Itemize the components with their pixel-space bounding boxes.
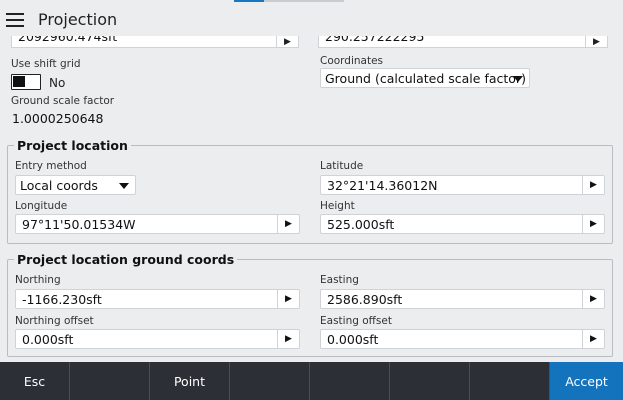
- height-label: Height: [320, 200, 355, 212]
- softkey-empty-4[interactable]: [390, 362, 470, 400]
- esc-button[interactable]: Esc: [0, 362, 70, 400]
- inactive-tab-indicator: [264, 0, 344, 2]
- project-location-title: Project location: [14, 138, 131, 153]
- triangle-right-icon[interactable]: ▶: [582, 290, 604, 308]
- use-shift-grid-state: No: [49, 76, 66, 90]
- use-shift-grid-toggle[interactable]: [11, 74, 41, 90]
- point-button[interactable]: Point: [150, 362, 230, 400]
- coordinates-label: Coordinates: [320, 55, 384, 67]
- northing-field[interactable]: -1166.230sft ▶: [15, 289, 300, 309]
- triangle-right-icon[interactable]: ▶: [276, 36, 298, 47]
- coordinates-value: Ground (calculated scale factor): [325, 71, 526, 86]
- latitude-label: Latitude: [320, 160, 364, 172]
- triangle-right-icon[interactable]: ▶: [582, 215, 604, 233]
- triangle-right-icon[interactable]: ▶: [582, 176, 604, 194]
- triangle-right-icon[interactable]: ▶: [277, 215, 299, 233]
- page-title: Projection: [38, 10, 118, 29]
- caret-down-icon: [119, 183, 129, 189]
- easting-value: 2586.890sft: [327, 292, 403, 307]
- northing-value: -1166.230sft: [22, 292, 102, 307]
- top-right-field[interactable]: 290.257222295 ▶: [318, 36, 608, 48]
- softkey-empty-3[interactable]: [310, 362, 390, 400]
- easting-offset-field[interactable]: 0.000sft ▶: [320, 329, 605, 349]
- softkey-empty-2[interactable]: [230, 362, 310, 400]
- longitude-value: 97°11'50.01534W: [22, 217, 136, 232]
- latitude-field[interactable]: 32°21'14.36012N ▶: [320, 175, 605, 195]
- longitude-field[interactable]: 97°11'50.01534W ▶: [15, 214, 300, 234]
- entry-method-value: Local coords: [20, 178, 98, 193]
- triangle-right-icon[interactable]: ▶: [582, 330, 604, 348]
- coordinates-dropdown[interactable]: Ground (calculated scale factor): [320, 68, 530, 88]
- height-field[interactable]: 525.000sft ▶: [320, 214, 605, 234]
- northing-offset-value: 0.000sft: [22, 332, 74, 347]
- top-right-value: 290.257222295: [325, 36, 425, 44]
- easting-offset-value: 0.000sft: [327, 332, 379, 347]
- triangle-right-icon[interactable]: ▶: [277, 330, 299, 348]
- northing-label: Northing: [15, 274, 61, 286]
- hamburger-icon[interactable]: [6, 13, 24, 27]
- entry-method-label: Entry method: [15, 160, 87, 172]
- title-bar: Projection: [0, 0, 623, 40]
- softkey-bar: Esc Point Accept: [0, 362, 623, 400]
- caret-down-icon: [513, 76, 523, 82]
- ground-coords-title: Project location ground coords: [14, 252, 238, 267]
- triangle-right-icon[interactable]: ▶: [585, 36, 607, 47]
- northing-offset-field[interactable]: 0.000sft ▶: [15, 329, 300, 349]
- toggle-knob: [13, 76, 25, 87]
- active-tab-indicator: [234, 0, 264, 2]
- triangle-right-icon[interactable]: ▶: [277, 290, 299, 308]
- easting-field[interactable]: 2586.890sft ▶: [320, 289, 605, 309]
- latitude-value: 32°21'14.36012N: [327, 178, 438, 193]
- top-left-value: 2092960.474sft: [18, 36, 118, 44]
- height-value: 525.000sft: [327, 217, 395, 232]
- softkey-empty-1[interactable]: [70, 362, 150, 400]
- top-left-field[interactable]: 2092960.474sft ▶: [11, 36, 299, 48]
- accept-button[interactable]: Accept: [550, 362, 623, 400]
- easting-offset-label: Easting offset: [320, 315, 392, 327]
- ground-scale-factor-label: Ground scale factor: [11, 95, 115, 107]
- softkey-empty-5[interactable]: [470, 362, 550, 400]
- longitude-label: Longitude: [15, 200, 68, 212]
- northing-offset-label: Northing offset: [15, 315, 94, 327]
- easting-label: Easting: [320, 274, 359, 286]
- use-shift-grid-label: Use shift grid: [11, 58, 81, 70]
- ground-scale-factor-value: 1.0000250648: [12, 111, 104, 126]
- entry-method-dropdown[interactable]: Local coords: [15, 175, 136, 195]
